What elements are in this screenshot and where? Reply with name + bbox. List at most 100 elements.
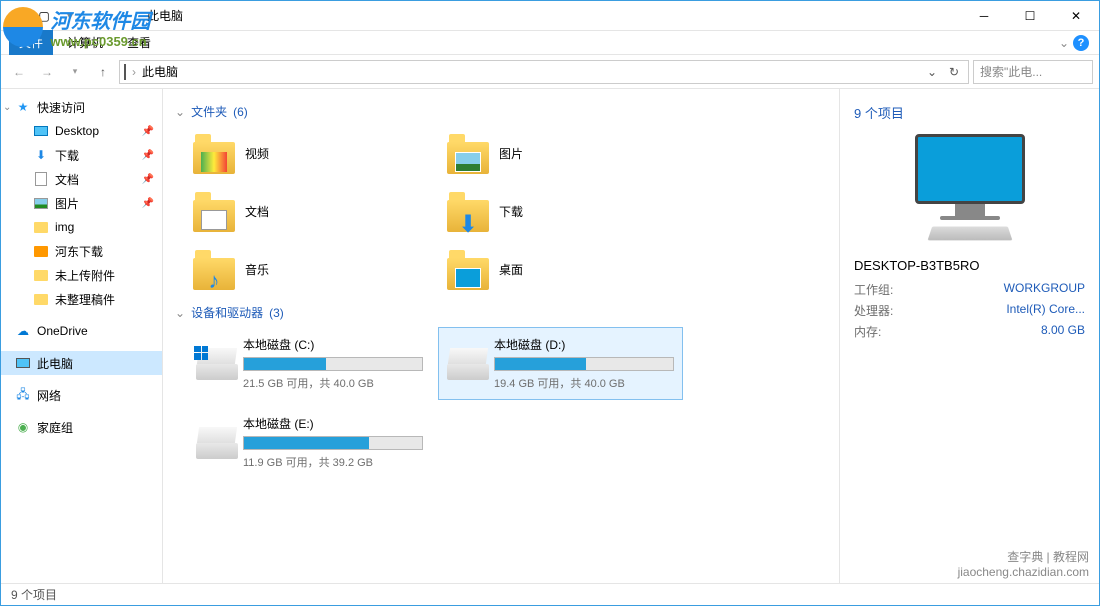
drive-name: 本地磁盘 (D:) — [494, 336, 674, 353]
document-icon — [33, 171, 49, 187]
drive-item[interactable]: 本地磁盘 (E:)11.9 GB 可用，共 39.2 GB — [187, 406, 432, 479]
qat-icon-2[interactable]: ▢ — [33, 5, 55, 27]
music-folder-icon: ♪ — [193, 248, 235, 290]
status-text: 9 个项目 — [11, 586, 57, 603]
folder-icon — [33, 243, 49, 259]
prop-workgroup: 工作组:WORKGROUP — [854, 281, 1085, 298]
sidebar-item-label: 家庭组 — [37, 419, 73, 436]
pc-icon — [124, 65, 126, 79]
tab-computer[interactable]: 计算机 — [57, 30, 113, 55]
breadcrumb-sep: › — [132, 65, 136, 79]
statusbar: 9 个项目 — [1, 583, 1099, 605]
drive-name: 本地磁盘 (C:) — [243, 336, 423, 353]
homegroup-icon: ◉ — [15, 419, 31, 435]
desktop-folder-icon — [447, 248, 489, 290]
pictures-folder-icon — [447, 132, 489, 174]
folder-label: 图片 — [499, 145, 523, 162]
pc-icon — [15, 355, 31, 371]
refresh-button[interactable]: ↻ — [944, 62, 964, 82]
folder-icon — [33, 291, 49, 307]
pin-icon: 📌 — [142, 174, 154, 185]
sidebar-desktop[interactable]: Desktop📌 — [1, 119, 162, 143]
sidebar-item-label: img — [55, 220, 74, 234]
drive-item[interactable]: 本地磁盘 (D:) 19.4 GB 可用，共 40.0 GB — [438, 327, 683, 400]
folder-grid: 视频 图片 文档 ⬇下载 ♪ 音乐 桌面 — [187, 126, 827, 296]
address-dropdown[interactable]: ⌄ — [922, 62, 942, 82]
drive-icon — [447, 348, 484, 380]
folder-video[interactable]: 视频 — [187, 126, 437, 180]
drive-item[interactable]: 本地磁盘 (C:)21.5 GB 可用，共 40.0 GB — [187, 327, 432, 400]
drive-bar — [243, 436, 423, 450]
drive-text: 19.4 GB 可用，共 40.0 GB — [494, 375, 674, 391]
back-button[interactable]: ← — [7, 60, 31, 84]
qat-chevron[interactable]: ▾ — [59, 5, 81, 27]
chevron-down-icon: ⌄ — [1059, 36, 1069, 50]
sidebar-hedong[interactable]: 河东下载 — [1, 239, 162, 263]
qat-icon-1[interactable]: ▢ — [7, 5, 29, 27]
sidebar-thispc[interactable]: 此电脑 — [1, 351, 162, 375]
network-icon: 🖧 — [15, 387, 31, 403]
sidebar-downloads[interactable]: ⬇下载📌 — [1, 143, 162, 167]
minimize-button[interactable]: ─ — [961, 1, 1007, 31]
folder-label: 视频 — [245, 145, 269, 162]
prop-ram: 内存:8.00 GB — [854, 323, 1085, 340]
sidebar-documents[interactable]: 文档 📌 — [1, 167, 162, 191]
sidebar-item-label: 文档 — [55, 171, 79, 188]
pc-name: DESKTOP-B3TB5RO — [854, 258, 1085, 273]
downloads-folder-icon: ⬇ — [447, 190, 489, 232]
details-panel: 9 个项目 DESKTOP-B3TB5RO 工作组:WORKGROUP 处理器:… — [839, 89, 1099, 583]
pin-icon: 📌 — [142, 126, 154, 137]
pin-icon: 📌 — [142, 150, 154, 161]
sidebar-network[interactable]: 🖧 网络 — [1, 383, 162, 407]
star-icon: ★ — [15, 99, 31, 115]
sidebar-unuploaded[interactable]: 未上传附件 — [1, 263, 162, 287]
recent-chevron[interactable]: ▾ — [63, 60, 87, 84]
picture-icon — [33, 195, 49, 211]
pin-icon: 📌 — [142, 198, 154, 209]
folder-icon — [33, 219, 49, 235]
group-devices[interactable]: ⌄ 设备和驱动器 (3) — [175, 296, 827, 327]
sidebar-item-label: 下载 — [55, 147, 79, 164]
sidebar-item-label: 快速访问 — [37, 99, 85, 116]
quick-access-toolbar: ▢ ▢ ▾ — [1, 5, 87, 27]
ribbon-expand[interactable]: ⌄ ? — [1049, 35, 1099, 51]
monitor-icon — [915, 134, 1025, 204]
folder-downloads[interactable]: ⬇下载 — [441, 184, 691, 238]
titlebar: ▢ ▢ ▾ 此电脑 ─ ☐ ✕ — [1, 1, 1099, 31]
close-button[interactable]: ✕ — [1053, 1, 1099, 31]
group-count: (6) — [233, 105, 248, 119]
tab-file[interactable]: 文件 — [9, 30, 53, 55]
sidebar-onedrive[interactable]: ☁OneDrive — [1, 319, 162, 343]
breadcrumb-thispc[interactable]: 此电脑 — [142, 63, 178, 80]
chevron-icon: ⌄ — [175, 306, 185, 320]
sidebar-item-label: 图片 — [55, 195, 79, 212]
drive-icon — [196, 427, 233, 459]
folder-pictures[interactable]: 图片 — [441, 126, 691, 180]
sidebar-item-label: 此电脑 — [37, 355, 73, 372]
sidebar-pictures[interactable]: 图片 📌 — [1, 191, 162, 215]
navbar: ← → ▾ ↑ › 此电脑 ⌄ ↻ 搜索"此电... — [1, 55, 1099, 89]
sidebar: ⌄★快速访问 Desktop📌 ⬇下载📌 文档📌 图片📌 img 河东下载 未上… — [1, 89, 163, 583]
maximize-button[interactable]: ☐ — [1007, 1, 1053, 31]
help-icon[interactable]: ? — [1073, 35, 1089, 51]
drive-bar — [243, 357, 423, 371]
folder-desktop[interactable]: 桌面 — [441, 242, 691, 296]
folder-music[interactable]: ♪ 音乐 — [187, 242, 437, 296]
folder-label: 文档 — [245, 203, 269, 220]
group-folders[interactable]: ⌄ 文件夹 (6) — [175, 95, 827, 126]
sidebar-quick-access[interactable]: ⌄★快速访问 — [1, 95, 162, 119]
drive-icon — [196, 348, 233, 380]
tab-view[interactable]: 查看 — [117, 30, 161, 55]
up-button[interactable]: ↑ — [91, 60, 115, 84]
folder-documents[interactable]: 文档 — [187, 184, 437, 238]
sidebar-homegroup[interactable]: ◉ 家庭组 — [1, 415, 162, 439]
address-bar[interactable]: › 此电脑 ⌄ ↻ — [119, 60, 969, 84]
documents-folder-icon — [193, 190, 235, 232]
sidebar-unsorted[interactable]: 未整理稿件 — [1, 287, 162, 311]
folder-label: 音乐 — [245, 261, 269, 278]
search-input[interactable]: 搜索"此电... — [973, 60, 1093, 84]
details-title: 9 个项目 — [854, 103, 1085, 122]
sidebar-img[interactable]: img — [1, 215, 162, 239]
forward-button[interactable]: → — [35, 60, 59, 84]
sidebar-item-label: 网络 — [37, 387, 61, 404]
